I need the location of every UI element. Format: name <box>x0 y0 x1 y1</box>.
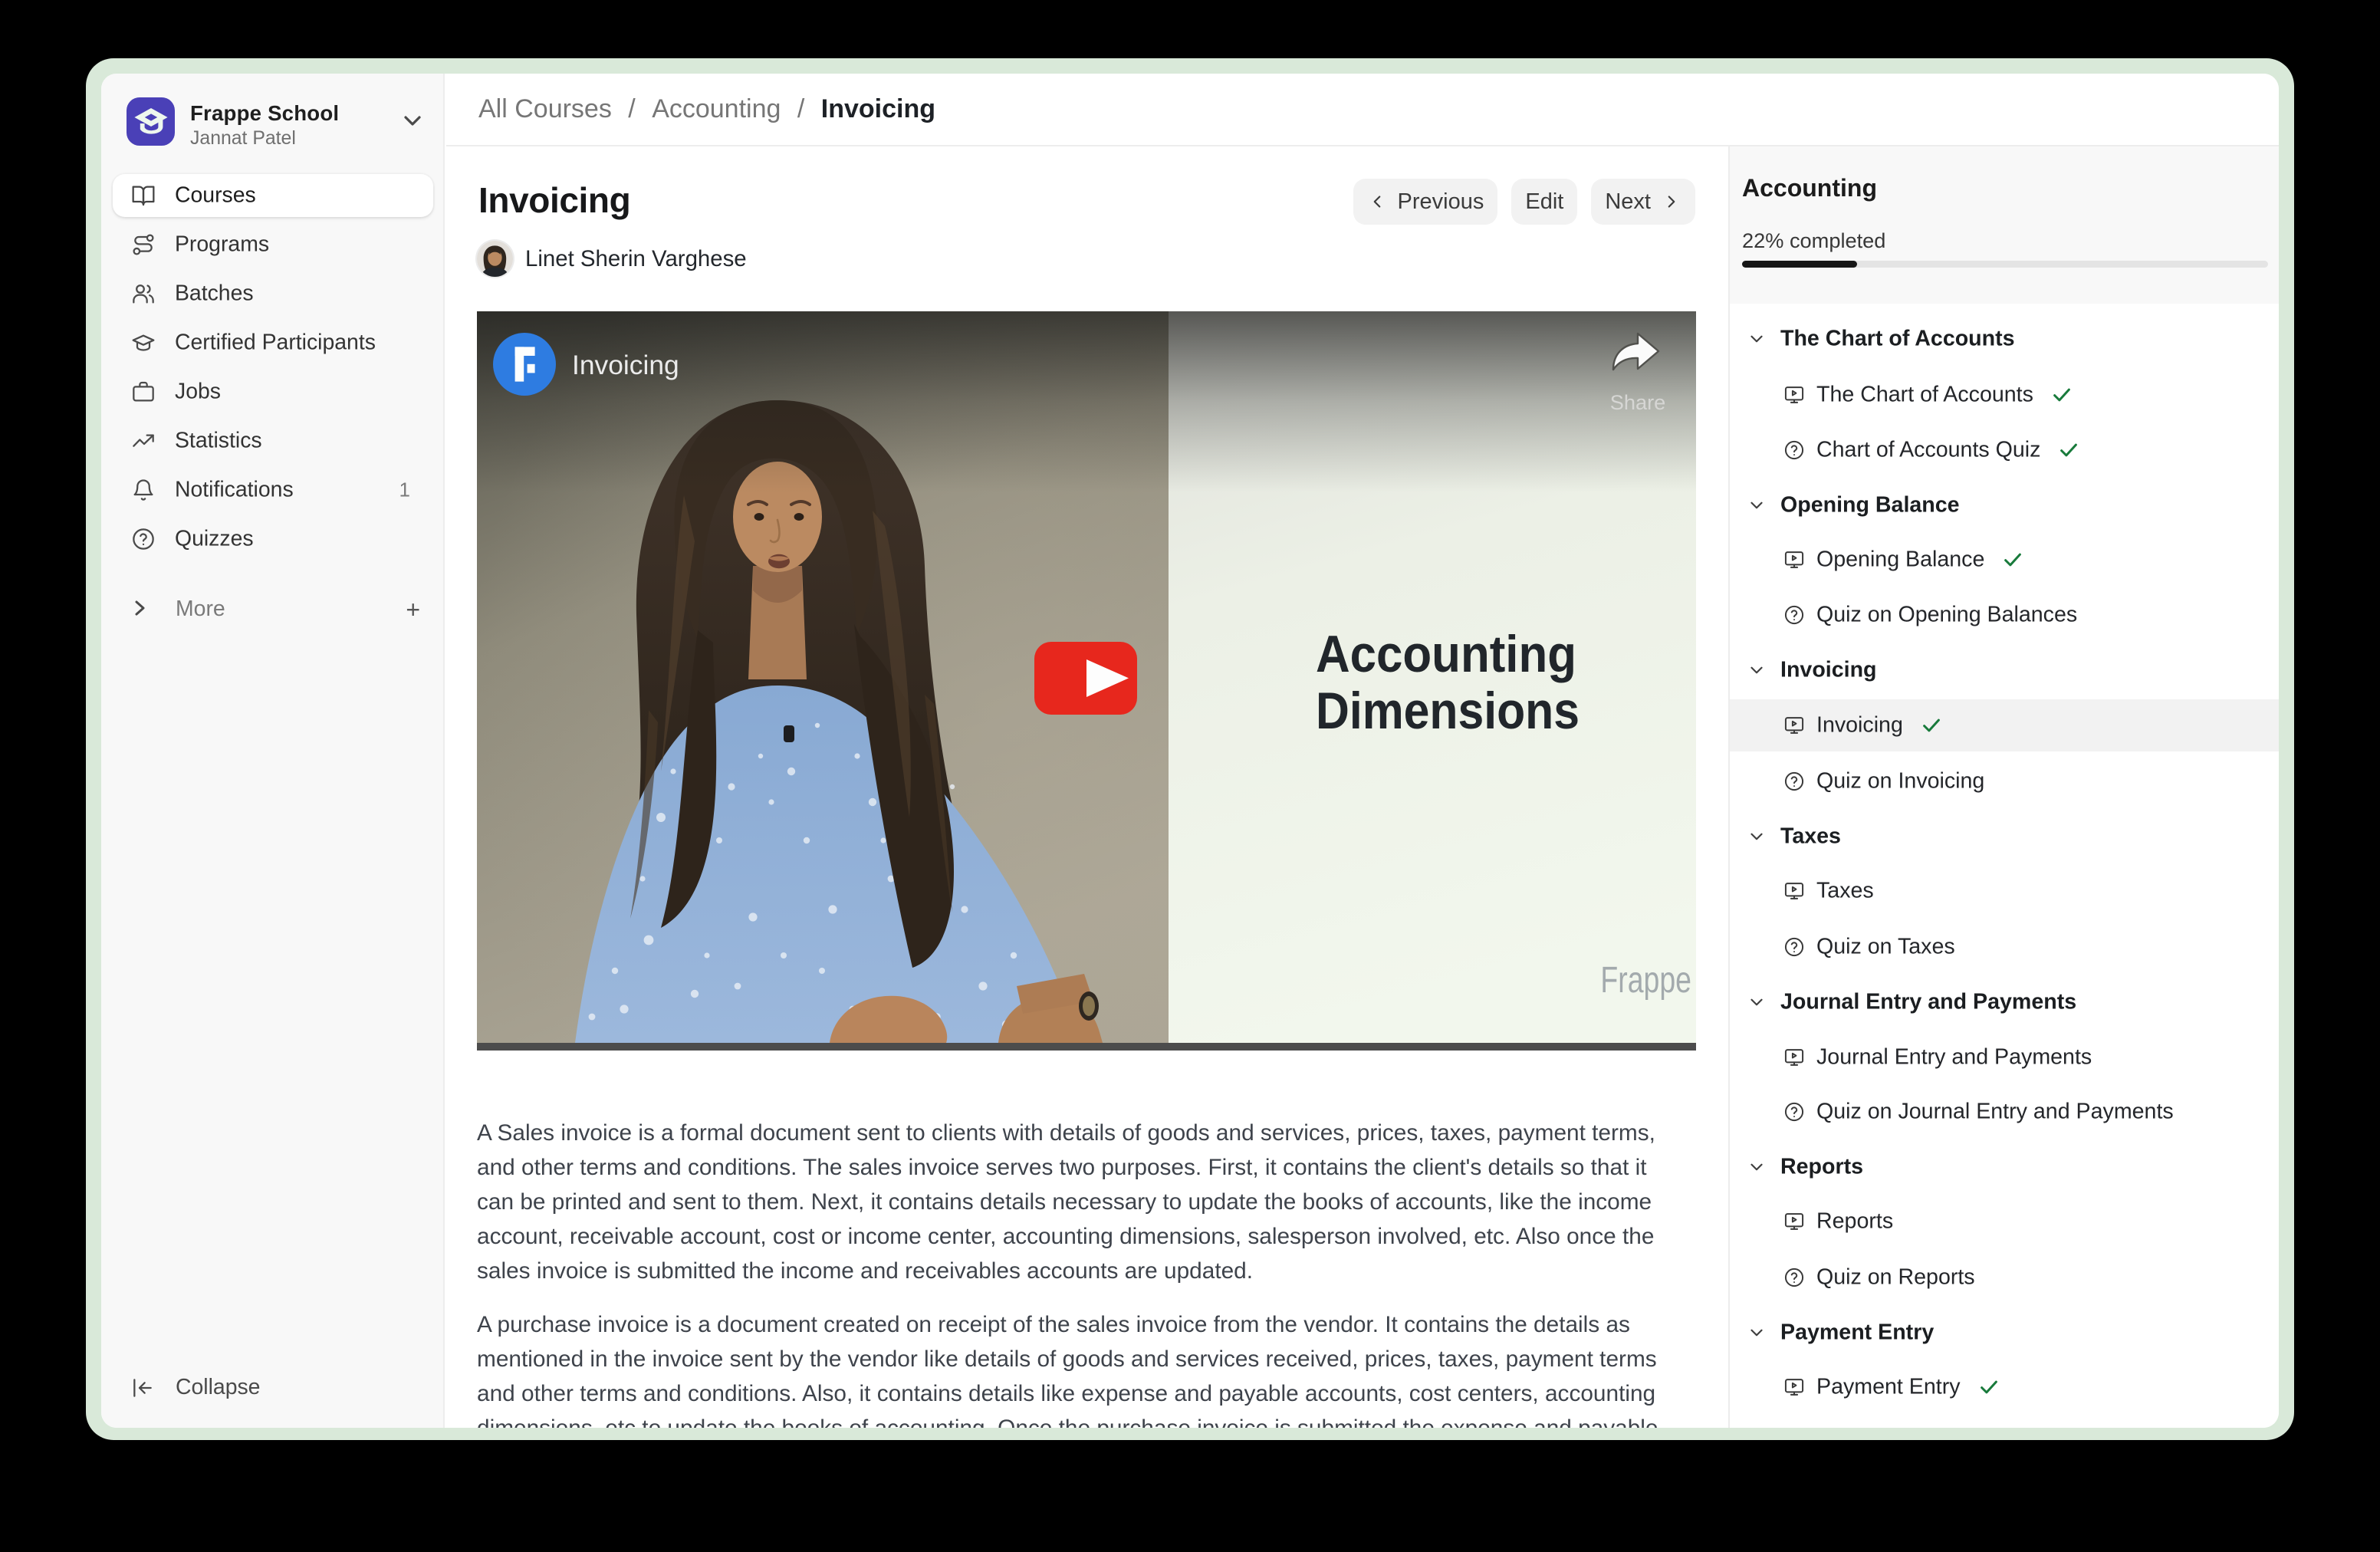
svg-text:Invoicing: Invoicing <box>572 350 679 380</box>
svg-text:Share: Share <box>1610 390 1666 414</box>
svg-text:Dimensions: Dimensions <box>1316 682 1580 740</box>
svg-text:Frappe: Frappe <box>1600 960 1691 1001</box>
svg-text:Accounting: Accounting <box>1316 625 1576 683</box>
